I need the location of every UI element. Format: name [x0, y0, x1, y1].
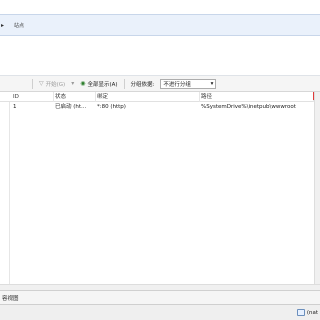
tab-content-view[interactable]: 容视图 [2, 294, 19, 302]
network-icon [296, 309, 305, 316]
breadcrumb-sites[interactable]: 站点 [14, 22, 24, 29]
toolbar: ▽ 开始(G) ▾ ◉ 全部显示(A) 分组依据: 不进行分组 ▾ [0, 76, 320, 92]
cell-status: 已启动 (ht... [55, 104, 87, 110]
start-button[interactable]: ▽ 开始(G) [39, 80, 65, 88]
address-bar[interactable]: ▸ 站点 [0, 14, 320, 36]
filter-icon: ▽ [39, 79, 44, 87]
cell-binding: *:80 (http) [97, 104, 126, 110]
toolbar-separator [123, 78, 125, 89]
column-header-path[interactable]: 路径 [200, 92, 314, 102]
status-network[interactable]: (nat [296, 309, 318, 316]
column-header-binding[interactable]: 绑定 [96, 92, 200, 102]
chevron-down-icon: ▾ [71, 79, 75, 87]
group-by-select[interactable]: 不进行分组 ▾ [160, 78, 217, 89]
grid-left-divider [9, 92, 10, 284]
toolbar-separator [32, 78, 33, 89]
status-bar: (nat [0, 304, 320, 320]
show-all-button[interactable]: ◉ 全部显示(A) [80, 80, 117, 88]
cell-path: %SystemDrive%\inetpub\wwwroot [201, 104, 296, 110]
table-row[interactable]: 1 已启动 (ht... *:80 (http) %SystemDrive%\i… [0, 103, 314, 112]
sites-grid: ID 状态 绑定 路径 1 已启动 (ht... *:80 (http) %Sy… [0, 92, 320, 284]
vertical-scrollbar[interactable] [314, 92, 320, 284]
group-by-label: 分组依据: [130, 81, 155, 88]
view-tabs: 容视图 [0, 290, 320, 304]
column-header-id[interactable]: ID [12, 92, 54, 102]
window-titlebar [0, 0, 320, 14]
show-all-icon: ◉ [80, 79, 86, 87]
chevron-down-icon: ▾ [210, 80, 214, 87]
chevron-right-icon[interactable]: ▸ [1, 22, 4, 29]
column-header-status[interactable]: 状态 [54, 92, 96, 102]
cell-id: 1 [13, 104, 17, 110]
content-header-area [0, 36, 320, 76]
start-dropdown[interactable]: ▾ [71, 79, 75, 87]
grid-header: ID 状态 绑定 路径 [0, 92, 314, 102]
